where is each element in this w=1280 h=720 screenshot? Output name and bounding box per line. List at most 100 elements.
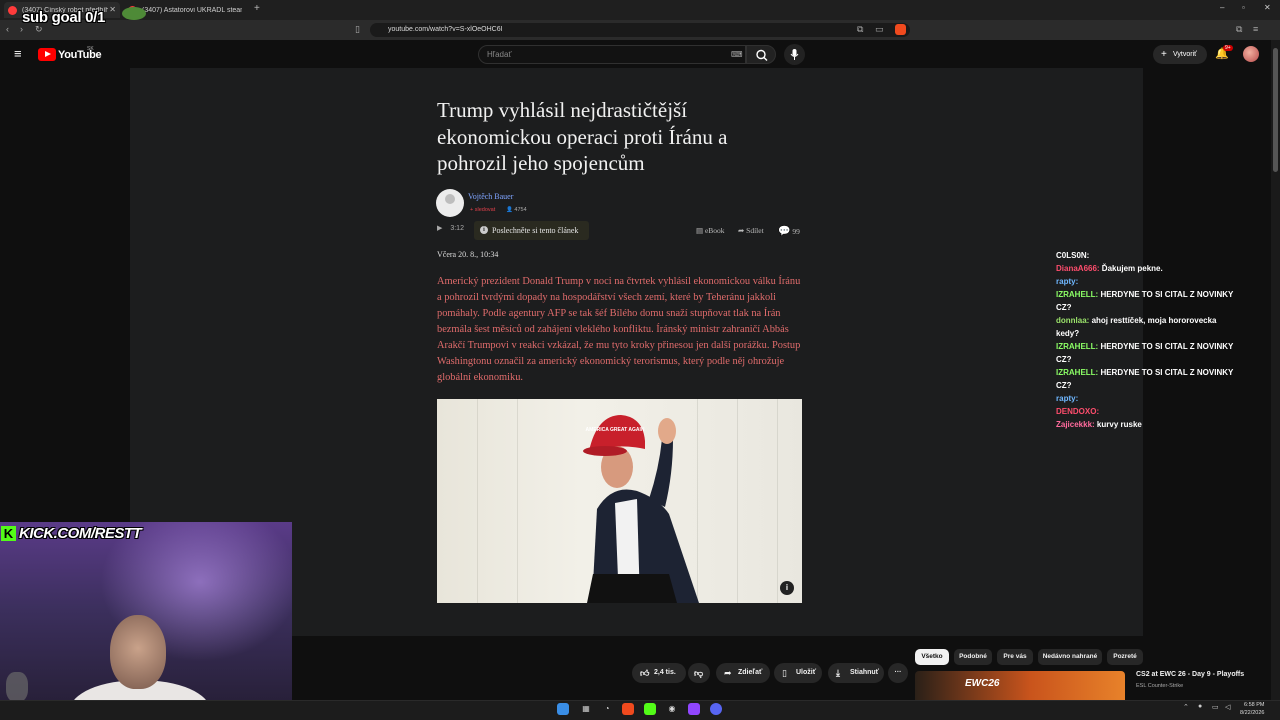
volume-icon[interactable]: ◁ [1225, 703, 1230, 711]
chat-username: donnlaa: [1056, 316, 1090, 325]
discord-icon[interactable] [710, 703, 722, 715]
chip-for-you[interactable]: Pre vás [997, 649, 1033, 665]
article-date: Včera 20. 8., 10:34 [437, 250, 499, 259]
youtube-logo-text[interactable]: YouTube [58, 49, 102, 61]
brave-shield-icon[interactable] [895, 24, 906, 35]
youtube-header: ≡ YouTube SK Hľadať ⌨ + Vytvoriť 🔔 9+ [0, 40, 1280, 68]
search-input[interactable]: Hľadať ⌨ [478, 45, 746, 64]
pip-icon[interactable]: ▭ [875, 24, 884, 35]
recommended-channel[interactable]: ESL Counter-Strike [1136, 683, 1183, 689]
chat-message: IZRAHELL: HERDYNE TO SI CITAL Z NOVINKY … [1056, 366, 1236, 392]
save-button[interactable]: ▯ Uložiť [774, 663, 822, 683]
back-icon[interactable]: ‹ [6, 24, 9, 34]
bookmark-icon: ▯ [782, 668, 787, 678]
chat-username: DianaA666: [1056, 264, 1100, 273]
thumbnail-text: EWC26 [965, 678, 1000, 689]
region-code: SK [87, 46, 94, 52]
keyboard-icon[interactable]: ⌨ [731, 46, 743, 63]
followers-value: 4754 [514, 207, 527, 213]
comments-count: 99 [792, 227, 800, 236]
new-tab-button[interactable]: + [254, 3, 260, 14]
chat-message: Zajicekkk: kurvy ruske [1056, 418, 1236, 431]
audio-player: ▶ 3:12 [437, 224, 464, 232]
chip-watched[interactable]: Pozreté [1107, 649, 1143, 665]
photo-info-icon: i [780, 581, 794, 595]
play-icon: ▶ [437, 225, 443, 232]
menu-icon[interactable]: ≡ [1253, 24, 1258, 34]
hamburger-menu-icon[interactable]: ≡ [14, 46, 22, 61]
sub-goal-overlay: sub goal 0/1 [22, 9, 106, 26]
start-icon[interactable] [557, 703, 569, 715]
dislike-button[interactable]: 👎︎ [688, 663, 710, 683]
share-button[interactable]: ➦ Zdieľať [716, 663, 770, 683]
pepe-emote-icon [122, 7, 146, 20]
kick-banner: K KICK.COM/RESTT [0, 524, 142, 544]
extension-icon[interactable]: ⧉ [1236, 24, 1242, 35]
translate-icon[interactable]: ⧉ [857, 24, 863, 35]
like-button[interactable]: 👍︎ 2,4 tis. [632, 663, 686, 683]
kick-app-icon[interactable] [644, 703, 656, 715]
like-count: 2,4 tis. [654, 669, 676, 676]
twitch-icon[interactable] [688, 703, 700, 715]
obs-icon[interactable]: ◉ [666, 703, 678, 715]
photo-figure: AMERICA GREAT AGAIN [583, 415, 699, 603]
close-window-icon[interactable]: ✕ [1264, 3, 1271, 12]
create-button[interactable]: + Vytvoriť [1153, 45, 1207, 64]
chat-message: DENDOXO: [1056, 405, 1236, 418]
chat-username: Zajicekkk: [1056, 420, 1095, 429]
tray-chevron-icon[interactable]: ⌃ [1183, 703, 1189, 711]
save-label: Uložiť [796, 669, 817, 676]
share-arrow-icon: ➦ [724, 668, 732, 678]
search-button[interactable] [746, 45, 776, 64]
share-label: Sdílet [746, 226, 764, 235]
user-avatar[interactable] [1243, 46, 1259, 62]
youtube-logo-icon[interactable] [38, 48, 56, 61]
system-clock[interactable]: 6:58 PM 8/22/2026 [1240, 701, 1264, 717]
share-icon: ➦ [738, 226, 745, 235]
more-actions-button[interactable]: ··· [888, 663, 908, 683]
chat-message: rapty: [1056, 392, 1236, 405]
follow-link: + sledovat [470, 207, 496, 213]
streamer-head [110, 615, 166, 689]
article-photo: AMERICA GREAT AGAIN i [437, 399, 802, 603]
address-bar-row: ‹ › ↻ ▯ youtube.com/watch?v=S-xlOeOHC6I … [0, 20, 1280, 40]
chat-username: IZRAHELL: [1056, 368, 1099, 377]
thumbs-up-icon: 👍︎ [640, 668, 650, 678]
listen-article-box: Poslechněte si tento článek [474, 221, 589, 240]
ebook-link: ▤ eBook [696, 226, 725, 235]
minimize-icon[interactable]: – [1220, 3, 1224, 12]
windows-taskbar [0, 700, 1280, 720]
create-label: Vytvoriť [1173, 51, 1197, 58]
download-button[interactable]: ⤓ Stiahnuť [828, 663, 884, 683]
chat-username: IZRAHELL: [1056, 290, 1099, 299]
close-tab-icon[interactable]: ✕ [109, 5, 116, 14]
explorer-icon[interactable]: ▦ [580, 703, 592, 715]
chat-message: IZRAHELL: HERDYNE TO SI CITAL Z NOVINKY … [1056, 340, 1236, 366]
ebook-icon: ▤ [696, 226, 704, 235]
chat-username: rapty: [1056, 277, 1079, 286]
bookmark-icon[interactable]: ▯ [355, 24, 360, 35]
scrollbar-thumb[interactable] [1273, 48, 1278, 172]
voice-search-button[interactable] [784, 44, 805, 65]
chip-recent[interactable]: Nedávno nahrané [1038, 649, 1102, 665]
article-lead: Americký prezident Donald Trump v noci n… [437, 276, 801, 383]
kick-logo-icon: K [1, 526, 16, 541]
app-icon[interactable]: ◔ [601, 703, 613, 715]
url-field[interactable]: youtube.com/watch?v=S-xlOeOHC6I [370, 23, 910, 37]
maximize-icon[interactable]: ▫ [1242, 3, 1245, 12]
chat-message: C0LS0N: [1056, 249, 1236, 262]
more-icon: ··· [894, 669, 902, 676]
browser-tab-bar: (3407) Čínský robot předbíh ✕ (3407) Ast… [0, 0, 1280, 20]
brave-icon[interactable] [622, 703, 634, 715]
url-text: youtube.com/watch?v=S-xlOeOHC6I [388, 26, 503, 33]
search-placeholder: Hľadať [487, 50, 512, 59]
chip-all[interactable]: Všetko [915, 649, 949, 665]
download-icon: ⤓ [836, 668, 840, 678]
mic-tray-icon[interactable]: ● [1198, 703, 1202, 710]
chat-message: IZRAHELL: HERDYNE TO SI CITAL Z NOVINKY … [1056, 288, 1236, 314]
kick-url: KICK.COM/RESTT [19, 525, 142, 542]
network-icon[interactable]: ▭ [1212, 703, 1219, 711]
tab-title: (3407) Astatorovi UKRADL steam účet [142, 6, 242, 14]
chip-similar[interactable]: Podobné [954, 649, 992, 665]
recommended-title[interactable]: CS2 at EWC 26 - Day 9 - Playoffs [1136, 671, 1244, 678]
